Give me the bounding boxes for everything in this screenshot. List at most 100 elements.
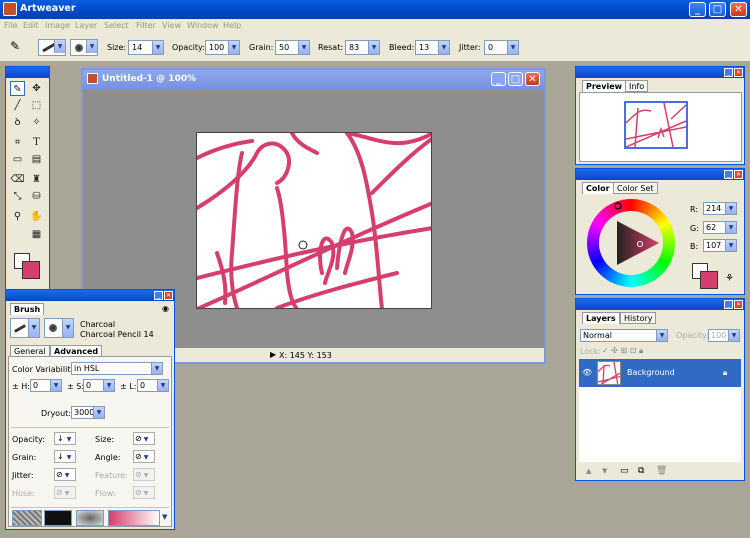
b-input[interactable]: 107 ▼: [703, 239, 737, 252]
brush-variant-select[interactable]: ▼: [70, 39, 98, 56]
grain-input[interactable]: 50 ▼: [275, 40, 310, 55]
brush-icon[interactable]: ✎: [10, 81, 25, 96]
dryout-input[interactable]: 3000 ▼: [71, 406, 105, 419]
minimize-button[interactable]: _: [689, 2, 706, 17]
paint-bucket-icon[interactable]: ⛁: [29, 189, 44, 204]
panel-close-button[interactable]: ✕: [734, 170, 743, 179]
feature-control-select[interactable]: ⊘ ▼: [133, 468, 155, 481]
menu-file[interactable]: File: [4, 21, 17, 30]
lasso-icon[interactable]: ꝺ: [10, 115, 25, 130]
eraser-icon[interactable]: ⌫: [10, 172, 25, 187]
g-input[interactable]: 62 ▼: [703, 221, 737, 234]
r-input[interactable]: 214 ▼: [703, 202, 737, 215]
grain-control-select[interactable]: ↓ ▼: [54, 450, 76, 463]
clone-stamp-icon[interactable]: ♜: [29, 172, 44, 187]
marquee-icon[interactable]: ⬚: [29, 98, 44, 113]
move-down-icon[interactable]: ▼: [602, 467, 607, 475]
paper-texture-select[interactable]: [12, 510, 42, 526]
size-input[interactable]: 14 ▼: [128, 40, 164, 55]
brush-tip-select[interactable]: [76, 510, 104, 526]
foreground-color-swatch[interactable]: [22, 261, 40, 279]
chevron-down-icon: ▼: [103, 380, 114, 391]
s-input[interactable]: 0 ▼: [83, 379, 115, 392]
menu-select[interactable]: Select: [104, 21, 129, 30]
color-variability-select[interactable]: in HSL ▼: [71, 362, 163, 375]
layer-opacity-input[interactable]: 100 ▼: [708, 329, 740, 342]
flow-control-select[interactable]: ⊘ ▼: [133, 486, 155, 499]
color-picker-icon[interactable]: ⚘: [725, 273, 734, 284]
panel-minimize-button[interactable]: _: [724, 170, 733, 179]
document-close-button[interactable]: ✕: [525, 72, 540, 86]
canvas[interactable]: [196, 132, 432, 309]
foreground-color-swatch[interactable]: [700, 271, 718, 289]
size-control-select[interactable]: ⊘ ▼: [133, 432, 155, 445]
color-triangle[interactable]: [587, 199, 675, 287]
tab-brush[interactable]: Brush: [10, 303, 45, 315]
hand-icon[interactable]: ✋: [29, 209, 44, 224]
eyedropper-icon[interactable]: ⤡: [10, 189, 25, 204]
delete-layer-icon[interactable]: 🗑︎: [656, 466, 667, 476]
gradient-icon[interactable]: ▤: [29, 152, 44, 167]
menu-view[interactable]: View: [162, 21, 181, 30]
color-wheel[interactable]: [587, 199, 675, 287]
jitter-control-select[interactable]: ⊘ ▼: [54, 468, 76, 481]
layer-row-background[interactable]: 👁︎ Background 🔒︎: [579, 359, 741, 387]
zoom-icon[interactable]: ⚲: [10, 209, 25, 224]
rectangle-icon[interactable]: ▭: [10, 152, 25, 167]
menu-image[interactable]: Image: [45, 21, 70, 30]
panel-close-button[interactable]: ✕: [734, 300, 743, 309]
lock-icons[interactable]: ✓ ✣ ⊞ ⊡ 🔒︎: [602, 346, 643, 356]
panel-minimize-button[interactable]: _: [724, 68, 733, 77]
text-icon[interactable]: T: [29, 135, 44, 150]
magic-wand-icon[interactable]: ✧: [29, 115, 44, 130]
angle-control-select[interactable]: ⊘ ▼: [133, 450, 155, 463]
move-icon[interactable]: ✥: [29, 81, 44, 96]
document-minimize-button[interactable]: _: [491, 72, 506, 86]
panel-menu-icon[interactable]: ◉: [162, 304, 169, 313]
brush-variant-select[interactable]: ▼: [44, 318, 74, 338]
tab-info[interactable]: Info: [625, 80, 649, 92]
resat-input[interactable]: 83 ▼: [345, 40, 380, 55]
new-folder-icon[interactable]: ▭: [620, 466, 629, 476]
brush-cursor: [298, 240, 308, 250]
panel-minimize-button[interactable]: _: [154, 291, 163, 300]
brush-category-select[interactable]: ▼: [38, 39, 66, 56]
menu-help[interactable]: Help: [223, 21, 241, 30]
tab-layers[interactable]: Layers: [582, 312, 620, 324]
tab-color[interactable]: Color: [582, 182, 614, 194]
line-icon[interactable]: ╱: [10, 98, 25, 113]
opacity-input[interactable]: 100 ▼: [205, 40, 240, 55]
jitter-input[interactable]: 0 ▼: [484, 40, 519, 55]
document-maximize-button[interactable]: □: [508, 72, 523, 86]
menu-layer[interactable]: Layer: [75, 21, 97, 30]
status-arrow-icon[interactable]: ▶: [270, 350, 276, 359]
hose-control-select[interactable]: ⊘ ▼: [54, 486, 76, 499]
grid-icon[interactable]: ▦: [29, 227, 44, 242]
maximize-button[interactable]: □: [709, 2, 726, 17]
close-button[interactable]: ✕: [730, 2, 747, 17]
l-input[interactable]: 0 ▼: [137, 379, 169, 392]
panel-minimize-button[interactable]: _: [724, 300, 733, 309]
menu-window[interactable]: Window: [187, 21, 219, 30]
brush-tool-icon[interactable]: ✎: [10, 39, 26, 56]
menu-edit[interactable]: Edit: [23, 21, 39, 30]
menu-filter[interactable]: Filter: [136, 21, 156, 30]
gradient-select[interactable]: [108, 510, 160, 526]
tab-preview[interactable]: Preview: [582, 80, 627, 92]
h-input[interactable]: 0 ▼: [30, 379, 62, 392]
new-layer-icon[interactable]: ⧉: [638, 466, 644, 476]
panel-close-button[interactable]: ✕: [164, 291, 173, 300]
preview-thumbnail[interactable]: [624, 101, 688, 149]
brush-shape-select[interactable]: [44, 510, 72, 526]
tab-history[interactable]: History: [620, 312, 657, 324]
blend-mode-select[interactable]: Normal ▼: [580, 329, 668, 342]
crop-icon[interactable]: ⌗: [10, 135, 25, 150]
opacity-control-select[interactable]: ↓ ▼: [54, 432, 76, 445]
panel-close-button[interactable]: ✕: [734, 68, 743, 77]
chevron-down-icon[interactable]: ▼: [162, 513, 167, 521]
brush-category-select[interactable]: ▼: [10, 318, 40, 338]
bleed-input[interactable]: 13 ▼: [415, 40, 450, 55]
tab-color-set[interactable]: Color Set: [613, 182, 658, 194]
eye-icon[interactable]: 👁︎: [582, 368, 592, 377]
move-up-icon[interactable]: ▲: [586, 467, 591, 475]
